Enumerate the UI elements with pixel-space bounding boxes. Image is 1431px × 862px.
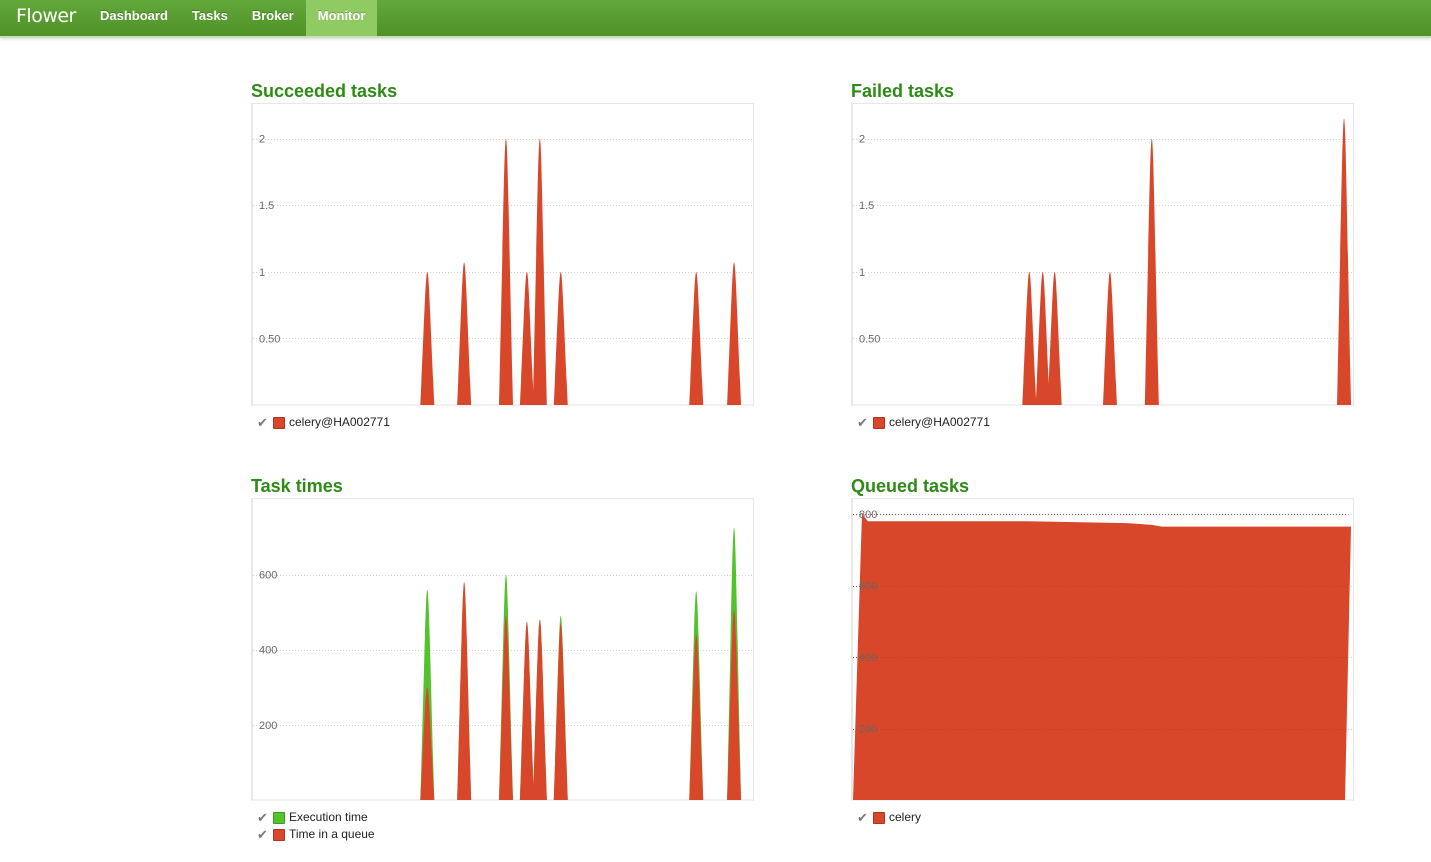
y-tick-label: 1.5	[859, 200, 874, 212]
failed-tasks-svg: 0.50 1 1.5 2	[851, 104, 1353, 406]
y-tick-label: 2	[259, 134, 265, 146]
y-tick-label: 0.50	[859, 333, 880, 345]
succeeded-tasks-legend: ✔ celery@HA002771	[251, 414, 753, 431]
nav-link-tasks[interactable]: Tasks	[180, 0, 240, 36]
task-times-chart: 200 400 600	[251, 498, 754, 801]
queued-tasks-title: Queued tasks	[851, 476, 970, 496]
legend-swatch	[873, 811, 885, 824]
succeeded-tasks-svg: 0.50 1 1.5 2	[251, 104, 753, 406]
top-navbar: Flower Dashboard Tasks Broker Monitor	[0, 0, 1431, 38]
checkmark-icon[interactable]: ✔	[857, 414, 871, 431]
succeeded-tasks-chart: 0.50 1 1.5 2	[251, 103, 754, 406]
checkmark-icon[interactable]: ✔	[257, 414, 271, 431]
nav-link-monitor[interactable]: Monitor	[305, 0, 378, 36]
legend-label: celery@HA002771	[289, 415, 390, 429]
queued-tasks-legend: ✔ celery	[851, 809, 1353, 826]
legend-swatch	[273, 828, 285, 841]
queued-tasks-panel: Queued tasks 200 400 600 800 ✔ celery	[851, 474, 1354, 826]
legend-item[interactable]: ✔ celery@HA002771	[857, 414, 1353, 431]
nav-item-dashboard: Dashboard	[88, 0, 180, 36]
task-times-svg: 200 400 600	[251, 499, 753, 801]
nav-item-monitor: Monitor	[305, 0, 378, 36]
nav-item-broker: Broker	[240, 0, 306, 36]
failed-tasks-title: Failed tasks	[851, 81, 955, 101]
y-tick-label: 400	[859, 652, 877, 664]
checkmark-icon[interactable]: ✔	[257, 826, 271, 843]
series-area-0	[420, 138, 742, 406]
brand-logo[interactable]: Flower	[16, 5, 76, 27]
queued-tasks-chart: 200 400 600 800	[851, 498, 1354, 801]
failed-tasks-panel: Failed tasks 0.50 1 1.5 2 ✔ celery@HA002771	[851, 79, 1354, 431]
legend-label: celery	[889, 810, 922, 824]
series-area-0	[1022, 118, 1352, 405]
legend-label: Time in a queue	[289, 827, 375, 841]
nav-item-tasks: Tasks	[180, 0, 240, 36]
y-tick-label: 600	[259, 570, 277, 582]
main-nav: Dashboard Tasks Broker Monitor	[88, 0, 378, 36]
legend-swatch	[273, 416, 285, 429]
y-tick-label: 200	[859, 724, 877, 736]
checkmark-icon[interactable]: ✔	[857, 809, 871, 826]
y-tick-label: 0.50	[259, 333, 280, 345]
succeeded-tasks-title: Succeeded tasks	[251, 81, 398, 101]
legend-swatch	[873, 416, 885, 429]
queued-tasks-svg: 200 400 600 800	[851, 499, 1353, 801]
y-tick-label: 600	[859, 581, 877, 593]
y-tick-label: 2	[859, 134, 865, 146]
task-times-title: Task times	[251, 476, 343, 496]
checkmark-icon[interactable]: ✔	[257, 809, 271, 826]
y-tick-label: 1.5	[259, 200, 274, 212]
task-times-panel: Task times 200 400 600 ✔ Execution time ✔ …	[251, 474, 754, 843]
failed-tasks-chart: 0.50 1 1.5 2	[851, 103, 1354, 406]
legend-item[interactable]: ✔ celery	[857, 809, 1353, 826]
succeeded-tasks-panel: Succeeded tasks 0.50 1 1.5 2 ✔ celery@HA002…	[251, 79, 754, 431]
y-tick-label: 200	[259, 720, 277, 732]
y-tick-label: 400	[259, 645, 277, 657]
legend-label: Execution time	[289, 810, 368, 824]
y-tick-label: 1	[259, 267, 265, 279]
nav-link-broker[interactable]: Broker	[240, 0, 306, 36]
y-tick-label: 800	[859, 509, 877, 521]
y-tick-label: 1	[859, 267, 865, 279]
failed-tasks-legend: ✔ celery@HA002771	[851, 414, 1353, 431]
legend-item[interactable]: ✔ Execution time	[257, 809, 753, 826]
legend-swatch	[273, 811, 285, 824]
legend-item[interactable]: ✔ celery@HA002771	[257, 414, 753, 431]
task-times-legend: ✔ Execution time ✔ Time in a queue	[251, 809, 753, 843]
nav-link-dashboard[interactable]: Dashboard	[88, 0, 180, 36]
legend-item[interactable]: ✔ Time in a queue	[257, 826, 753, 843]
legend-label: celery@HA002771	[889, 415, 990, 429]
